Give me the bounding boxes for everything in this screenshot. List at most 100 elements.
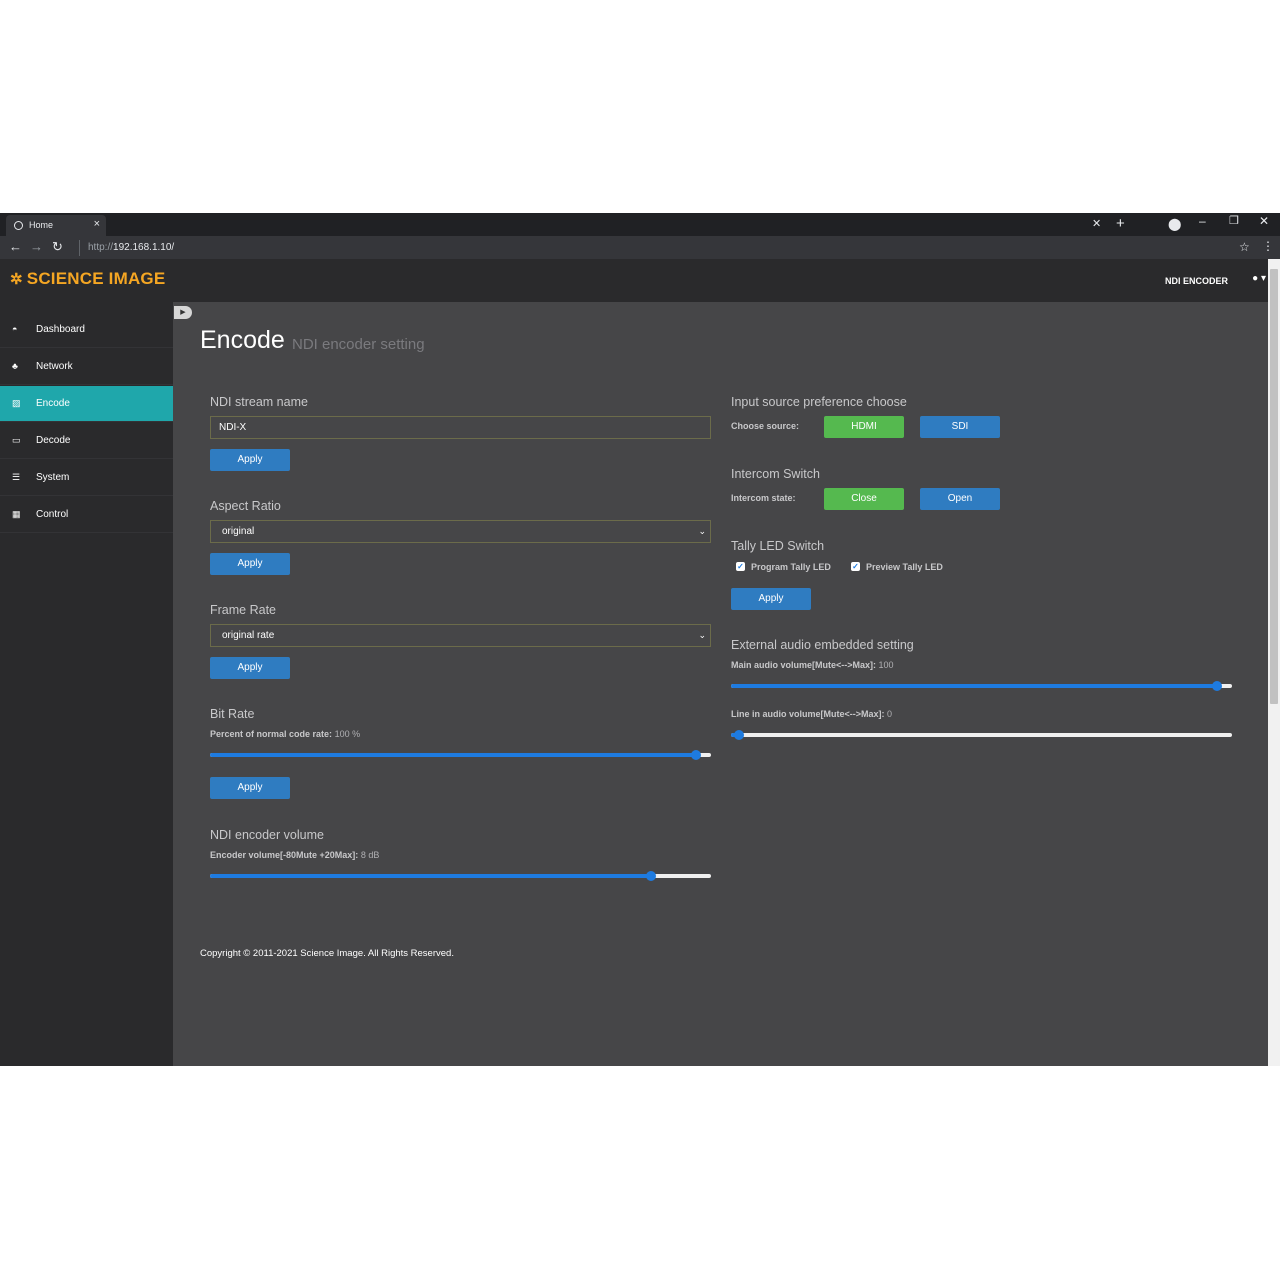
- frame-rate-select[interactable]: original rate ⌄: [210, 624, 711, 647]
- bit-rate-label: Percent of normal code rate: 100 %: [210, 729, 360, 739]
- bookmark-star-icon[interactable]: ☆: [1239, 240, 1250, 254]
- tab-strip: Home × ✕ + ⬤ – ❐ ✕: [0, 213, 1280, 236]
- sidebar-item-dashboard[interactable]: ◓ Dashboard: [0, 312, 173, 348]
- page-scrollbar[interactable]: [1268, 259, 1280, 1066]
- slider-fill: [210, 753, 696, 757]
- sidebar-item-label: Dashboard: [36, 324, 85, 335]
- window-close-icon[interactable]: ✕: [1259, 214, 1269, 228]
- line-audio-slider[interactable]: [731, 730, 1232, 740]
- encoder-volume-slider[interactable]: [210, 871, 711, 881]
- intercom-open-button[interactable]: Open: [920, 488, 1000, 510]
- main-audio-value: 100: [878, 660, 894, 670]
- forward-icon[interactable]: →: [30, 239, 43, 254]
- sidebar-item-decode[interactable]: ▭ Decode: [0, 423, 173, 459]
- main-audio-label-text: Main audio volume[Mute<-->Max]:: [731, 660, 877, 670]
- preview-tally-checkbox[interactable]: ✓: [851, 562, 860, 571]
- program-tally-checkbox[interactable]: ✓: [736, 562, 745, 571]
- sidebar-item-system[interactable]: ☰ System: [0, 460, 173, 496]
- close-tab-icon[interactable]: ×: [94, 218, 100, 230]
- line-audio-label-text: Line in audio volume[Mute<-->Max]:: [731, 709, 885, 719]
- main-audio-slider[interactable]: [731, 681, 1232, 691]
- stream-name-title: NDI stream name: [210, 395, 308, 409]
- monitor-icon: ▭: [12, 435, 21, 445]
- line-audio-value: 0: [887, 709, 893, 719]
- dashboard-icon: ◓: [12, 324, 18, 334]
- frame-rate-apply-button[interactable]: Apply: [210, 657, 290, 679]
- stream-name-apply-button[interactable]: Apply: [210, 449, 290, 471]
- menu-kebab-icon[interactable]: ⋮: [1262, 239, 1274, 253]
- sidebar-item-label: Control: [36, 509, 69, 520]
- app-header: ✲ SCIENCE IMAGE NDI ENCODER ● ▾: [0, 259, 1268, 302]
- sidebar-item-control[interactable]: ▦ Control: [0, 497, 173, 533]
- tally-title: Tally LED Switch: [731, 539, 825, 553]
- user-menu[interactable]: ● ▾: [1252, 273, 1266, 284]
- slider-fill: [210, 874, 651, 878]
- sidebar-item-label: Decode: [36, 435, 71, 446]
- user-icon: ●: [1252, 273, 1259, 284]
- sidebar-item-encode[interactable]: ▨ Encode: [0, 386, 173, 422]
- copyright-text: Copyright © 2011-2021 Science Image. All…: [200, 948, 454, 959]
- page-subtitle: NDI encoder setting: [292, 336, 425, 353]
- intercom-title: Intercom Switch: [731, 467, 820, 481]
- browser-tab[interactable]: Home ×: [6, 215, 106, 236]
- aspect-ratio-apply-button[interactable]: Apply: [210, 553, 290, 575]
- profile-icon[interactable]: ⬤: [1168, 217, 1181, 231]
- slider-handle[interactable]: [690, 750, 701, 760]
- aspect-ratio-title: Aspect Ratio: [210, 499, 281, 513]
- device-name: NDI ENCODER: [1164, 276, 1228, 286]
- image-icon: ▨: [12, 398, 21, 408]
- choose-source-label: Choose source:: [731, 421, 800, 431]
- sidebar-item-label: Encode: [36, 398, 70, 409]
- bit-rate-title: Bit Rate: [210, 707, 255, 721]
- line-audio-label: Line in audio volume[Mute<-->Max]: 0: [731, 709, 892, 719]
- chevron-down-icon: ⌄: [698, 630, 706, 640]
- search-tabs-icon[interactable]: ✕: [1092, 217, 1101, 230]
- restore-icon[interactable]: ❐: [1229, 214, 1239, 227]
- url-field[interactable]: http://192.168.1.10/: [79, 240, 1249, 256]
- aspect-ratio-select[interactable]: original ⌄: [210, 520, 711, 543]
- gear-icon: ✲: [10, 271, 23, 288]
- audio-title: External audio embedded setting: [731, 638, 914, 652]
- reload-icon[interactable]: ↻: [52, 239, 63, 255]
- bit-rate-slider[interactable]: [210, 750, 711, 760]
- sidebar-item-network[interactable]: ♣ Network: [0, 349, 173, 385]
- sdi-button[interactable]: SDI: [920, 416, 1000, 438]
- intercom-close-button[interactable]: Close: [824, 488, 904, 510]
- slider-handle[interactable]: [734, 730, 744, 740]
- sidebar: ◓ Dashboard ♣ Network ▨ Encode ▭ Decode …: [0, 302, 173, 1066]
- tab-title: Home: [29, 220, 54, 230]
- page-title: Encode: [200, 326, 285, 354]
- slider-handle[interactable]: [645, 871, 656, 881]
- intercom-state-label: Intercom state:: [731, 493, 796, 503]
- program-tally-label: Program Tally LED: [751, 562, 831, 572]
- slider-handle[interactable]: [1211, 681, 1222, 691]
- logo[interactable]: ✲ SCIENCE IMAGE: [10, 269, 165, 289]
- scrollbar-thumb[interactable]: [1270, 269, 1278, 704]
- globe-icon: [14, 221, 23, 230]
- caret-right-icon: ▶: [180, 309, 186, 316]
- hdmi-button[interactable]: HDMI: [824, 416, 904, 438]
- frame-rate-title: Frame Rate: [210, 603, 276, 617]
- preview-tally-label: Preview Tally LED: [866, 562, 943, 572]
- url-host: 192.168.1.10/: [113, 242, 175, 253]
- bit-rate-value: 100 %: [334, 729, 361, 739]
- sidebar-item-label: System: [36, 472, 70, 483]
- main-content: ▶ Encode NDI encoder setting NDI stream …: [173, 302, 1268, 1066]
- encoder-volume-label: Encoder volume[-80Mute +20Max]: 8 dB: [210, 850, 379, 860]
- sidebar-toggle-button[interactable]: ▶: [174, 306, 192, 319]
- back-icon[interactable]: ←: [9, 239, 22, 254]
- encoder-volume-title: NDI encoder volume: [210, 828, 324, 842]
- browser-window: Home × ✕ + ⬤ – ❐ ✕ ← → ↻ http://192.168.…: [0, 213, 1280, 1066]
- input-source-title: Input source preference choose: [731, 395, 907, 409]
- stream-name-input[interactable]: NDI-X: [210, 416, 711, 439]
- bit-rate-apply-button[interactable]: Apply: [210, 777, 290, 799]
- logo-text: SCIENCE IMAGE: [26, 269, 166, 288]
- url-protocol: http://: [88, 242, 114, 253]
- frame-rate-value: original rate: [222, 630, 275, 641]
- tally-apply-button[interactable]: Apply: [731, 588, 811, 610]
- main-audio-label: Main audio volume[Mute<-->Max]: 100: [731, 660, 894, 670]
- server-icon: ☰: [12, 472, 21, 482]
- minimize-icon[interactable]: –: [1199, 214, 1206, 228]
- new-tab-icon[interactable]: +: [1116, 215, 1125, 232]
- sidebar-item-label: Network: [36, 361, 73, 372]
